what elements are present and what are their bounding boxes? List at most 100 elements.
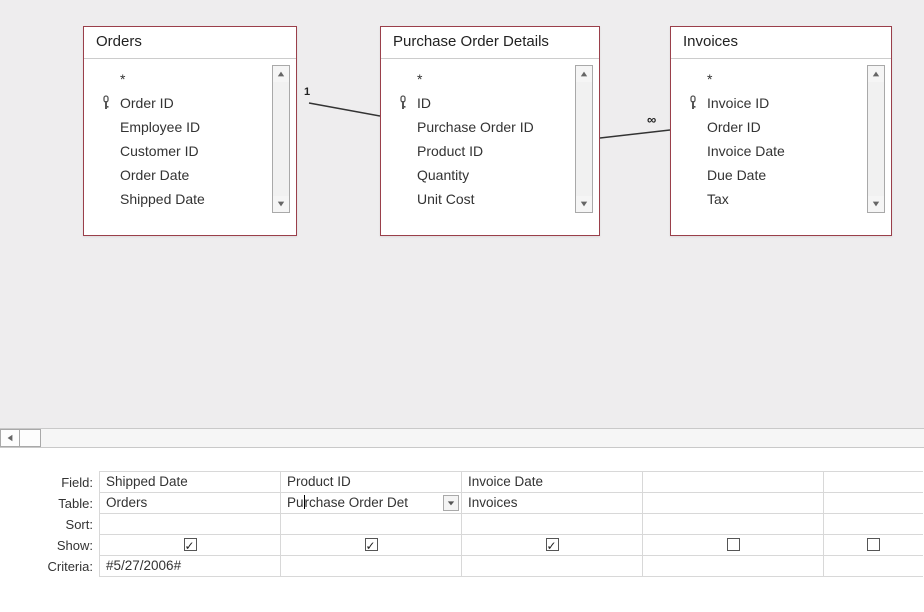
table-box-invoices[interactable]: Invoices * Invoice ID Order ID Invoice D… xyxy=(670,26,892,236)
cell-text: Pu xyxy=(287,495,304,510)
field-label: Shipped Date xyxy=(120,191,205,207)
scroll-up-icon[interactable] xyxy=(273,66,289,82)
relationship-end-label-one: 1 xyxy=(304,86,310,98)
primary-key-icon xyxy=(98,95,114,111)
grid-cell-show[interactable] xyxy=(280,534,462,556)
grid-cell-criteria[interactable] xyxy=(642,555,824,577)
relationship-line-2 xyxy=(600,122,670,140)
scroll-track[interactable] xyxy=(41,429,924,447)
scroll-left-icon[interactable] xyxy=(0,429,20,447)
field-label: Employee ID xyxy=(120,119,200,135)
row-label-criteria: Criteria: xyxy=(0,556,99,577)
field-label: ID xyxy=(417,95,431,111)
grid-cell-sort[interactable] xyxy=(461,513,643,535)
field-row[interactable]: Tax xyxy=(679,187,863,211)
field-row[interactable]: Order ID xyxy=(679,115,863,139)
primary-key-icon xyxy=(685,95,701,111)
field-list-scrollbar[interactable] xyxy=(867,65,885,213)
field-row[interactable]: Invoice Date xyxy=(679,139,863,163)
field-list[interactable]: * ID Purchase Order ID Product ID Quanti… xyxy=(387,65,575,213)
pane-horizontal-scrollbar[interactable] xyxy=(0,428,924,448)
table-box-orders[interactable]: Orders * Order ID Employee ID Customer I… xyxy=(83,26,297,236)
field-row[interactable]: Customer ID xyxy=(92,139,268,163)
grid-cell-show[interactable] xyxy=(642,534,824,556)
field-list[interactable]: * Invoice ID Order ID Invoice Date Due D… xyxy=(677,65,867,213)
field-label: Purchase Order ID xyxy=(417,119,534,135)
grid-row-table: Table: Orders Purchase Order Det Invoice… xyxy=(0,493,924,514)
grid-cell-field[interactable] xyxy=(642,471,824,493)
field-row[interactable]: ID xyxy=(389,91,571,115)
field-row[interactable]: Product ID xyxy=(389,139,571,163)
grid-cell-field[interactable]: Invoice Date xyxy=(461,471,643,493)
grid-row-criteria: Criteria: #5/27/2006# xyxy=(0,556,924,577)
field-list[interactable]: * Order ID Employee ID Customer ID Order… xyxy=(90,65,272,213)
relationship-diagram-pane[interactable]: 1 ∞ Orders * Order ID Employee ID Custom… xyxy=(0,0,924,428)
field-row[interactable]: Shipped Date xyxy=(92,187,268,211)
grid-row-show: Show: xyxy=(0,535,924,556)
show-checkbox[interactable] xyxy=(727,538,740,551)
field-label: Unit Cost xyxy=(417,191,475,207)
grid-cell-field[interactable]: Shipped Date xyxy=(99,471,281,493)
grid-cell-table-active[interactable]: Purchase Order Det xyxy=(280,492,462,514)
field-label: Quantity xyxy=(417,167,469,183)
show-checkbox[interactable] xyxy=(184,538,197,551)
grid-cell-field[interactable] xyxy=(823,471,923,493)
primary-key-icon xyxy=(395,95,411,111)
row-label-show: Show: xyxy=(0,535,99,556)
grid-cell-field[interactable]: Product ID xyxy=(280,471,462,493)
field-label: Order Date xyxy=(120,167,189,183)
field-row[interactable]: * xyxy=(92,67,268,91)
field-label: Order ID xyxy=(120,95,174,111)
field-label: * xyxy=(120,71,125,87)
field-list-scrollbar[interactable] xyxy=(272,65,290,213)
grid-cell-table[interactable] xyxy=(823,492,923,514)
field-row[interactable]: Quantity xyxy=(389,163,571,187)
grid-cell-sort[interactable] xyxy=(823,513,923,535)
scroll-track[interactable] xyxy=(868,82,884,196)
field-row[interactable]: Order ID xyxy=(92,91,268,115)
dropdown-icon[interactable] xyxy=(443,495,459,511)
row-label-field: Field: xyxy=(0,472,99,493)
field-label: Tax xyxy=(707,191,729,207)
field-row[interactable]: * xyxy=(389,67,571,91)
field-row[interactable]: * xyxy=(679,67,863,91)
grid-cell-criteria[interactable] xyxy=(280,555,462,577)
grid-cell-sort[interactable] xyxy=(280,513,462,535)
scroll-thumb[interactable] xyxy=(19,429,41,447)
field-row[interactable]: Unit Cost xyxy=(389,187,571,211)
scroll-down-icon[interactable] xyxy=(576,196,592,212)
field-row[interactable]: Purchase Order ID xyxy=(389,115,571,139)
table-title: Purchase Order Details xyxy=(381,27,599,59)
show-checkbox[interactable] xyxy=(546,538,559,551)
scroll-track[interactable] xyxy=(273,82,289,196)
scroll-down-icon[interactable] xyxy=(273,196,289,212)
grid-cell-show[interactable] xyxy=(823,534,923,556)
field-row[interactable]: Due Date xyxy=(679,163,863,187)
grid-cell-criteria[interactable]: #5/27/2006# xyxy=(99,555,281,577)
grid-cell-table[interactable]: Orders xyxy=(99,492,281,514)
scroll-track[interactable] xyxy=(576,82,592,196)
grid-cell-table[interactable]: Invoices xyxy=(461,492,643,514)
grid-cell-show[interactable] xyxy=(461,534,643,556)
grid-cell-table[interactable] xyxy=(642,492,824,514)
field-list-scrollbar[interactable] xyxy=(575,65,593,213)
field-label: Invoice Date xyxy=(707,143,785,159)
scroll-up-icon[interactable] xyxy=(576,66,592,82)
grid-cell-criteria[interactable] xyxy=(461,555,643,577)
table-title: Orders xyxy=(84,27,296,59)
grid-cell-criteria[interactable] xyxy=(823,555,923,577)
field-row[interactable]: Order Date xyxy=(92,163,268,187)
field-row[interactable]: Employee ID xyxy=(92,115,268,139)
field-row[interactable]: Invoice ID xyxy=(679,91,863,115)
show-checkbox[interactable] xyxy=(365,538,378,551)
show-checkbox[interactable] xyxy=(867,538,880,551)
scroll-down-icon[interactable] xyxy=(868,196,884,212)
query-design-grid: Field: Shipped Date Product ID Invoice D… xyxy=(0,448,924,577)
field-label: Invoice ID xyxy=(707,95,769,111)
table-box-purchase-order-details[interactable]: Purchase Order Details * ID Purchase Ord… xyxy=(380,26,600,236)
grid-cell-show[interactable] xyxy=(99,534,281,556)
field-label: Due Date xyxy=(707,167,766,183)
grid-cell-sort[interactable] xyxy=(99,513,281,535)
scroll-up-icon[interactable] xyxy=(868,66,884,82)
grid-cell-sort[interactable] xyxy=(642,513,824,535)
